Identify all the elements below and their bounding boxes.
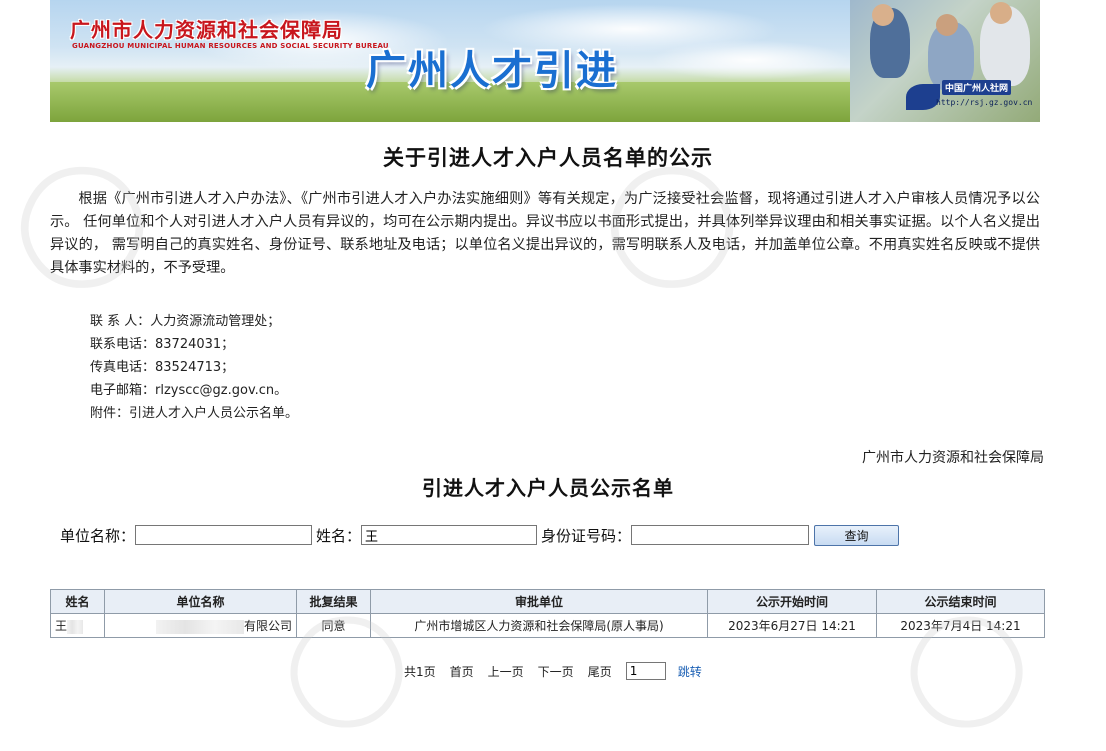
table-row: 王 有限公司 同意 广州市增城区人力资源和社会保障局(原人事局) 2023年6月… bbox=[50, 613, 1045, 638]
cell-result: 同意 bbox=[296, 613, 371, 638]
notice-title: 关于引进人才入户人员名单的公示 bbox=[383, 145, 713, 170]
page-number-input[interactable] bbox=[625, 662, 666, 680]
next-page-link[interactable]: 下一页 bbox=[538, 663, 574, 680]
cell-approver: 广州市增城区人力资源和社会保障局(原人事局) bbox=[370, 613, 708, 638]
col-result-header: 批复结果 bbox=[296, 589, 371, 614]
notice-signature: 广州市人力资源和社会保障局 bbox=[862, 450, 1044, 466]
id-number-label: 身份证号码： bbox=[541, 526, 632, 545]
page-total: 共1页 bbox=[404, 664, 436, 679]
contact-phone: 联系电话：83724031； bbox=[90, 337, 235, 352]
id-number-input[interactable] bbox=[631, 525, 810, 545]
contact-person: 联 系 人：人力资源流动管理处； bbox=[90, 314, 281, 329]
header-banner: 广州市人力资源和社会保障局 GUANGZHOU MUNICIPAL HUMAN … bbox=[50, 0, 1040, 122]
bureau-name-english: GUANGZHOU MUNICIPAL HUMAN RESOURCES AND … bbox=[72, 42, 389, 50]
person-name-input[interactable] bbox=[361, 525, 538, 545]
pagination: 共1页 首页 上一页 下一页 尾页 跳转 bbox=[404, 661, 716, 681]
redacted-mask bbox=[67, 619, 84, 634]
col-end-header: 公示结束时间 bbox=[876, 589, 1045, 614]
query-button[interactable]: 查询 bbox=[814, 524, 900, 546]
col-start-header: 公示开始时间 bbox=[707, 589, 877, 614]
results-table: 姓名 单位名称 批复结果 审批单位 公示开始时间 公示结束时间 王 有限公司 同… bbox=[50, 589, 1045, 638]
cell-end-time: 2023年7月4日 14:21 bbox=[876, 613, 1045, 638]
cell-unit-text: 有限公司 bbox=[243, 619, 292, 633]
contact-email: 电子邮箱：rlzyscc@gz.gov.cn。 bbox=[90, 383, 288, 398]
bureau-name: 广州市人力资源和社会保障局 bbox=[70, 18, 343, 42]
contact-fax: 传真电话：83524713； bbox=[90, 360, 235, 375]
col-name-header: 姓名 bbox=[50, 589, 105, 614]
col-unit-header: 单位名称 bbox=[104, 589, 297, 614]
unit-name-input[interactable] bbox=[135, 525, 313, 545]
last-page-link[interactable]: 尾页 bbox=[588, 663, 612, 680]
col-approver-header: 审批单位 bbox=[370, 589, 708, 614]
cell-start-time: 2023年6月27日 14:21 bbox=[707, 613, 877, 638]
jump-link[interactable]: 跳转 bbox=[678, 663, 702, 680]
attachment-note: 附件：引进人才入户人员公示名单。 bbox=[90, 406, 299, 421]
banner-slogan: 广州人才引进 bbox=[366, 48, 618, 94]
cell-name-text: 王 bbox=[55, 619, 68, 633]
notice-body: 根据《广州市引进人才入户办法》、《广州市引进人才入户办法实施细则》等有关规定，为… bbox=[50, 191, 1040, 276]
person-name-label: 姓名： bbox=[316, 526, 362, 545]
prev-page-link[interactable]: 上一页 bbox=[488, 663, 524, 680]
list-title: 引进人才入户人员公示名单 bbox=[422, 476, 674, 500]
logo-swoosh-icon bbox=[906, 84, 940, 110]
redacted-mask bbox=[155, 619, 244, 634]
first-page-link[interactable]: 首页 bbox=[450, 663, 474, 680]
contact-info: 联 系 人：人力资源流动管理处； 联系电话：83724031； 传真电话：835… bbox=[90, 310, 298, 425]
unit-name-label: 单位名称： bbox=[60, 526, 136, 545]
site-logo: 中国广州人社网 http://rsj.gz.gov.cn bbox=[906, 78, 1032, 114]
search-form: 单位名称： 姓名： 身份证号码： 查询 bbox=[60, 523, 900, 547]
banner-cloud bbox=[650, 40, 850, 80]
table-header-row: 姓名 单位名称 批复结果 审批单位 公示开始时间 公示结束时间 bbox=[50, 589, 1045, 614]
logo-url: http://rsj.gz.gov.cn bbox=[936, 98, 1033, 107]
cell-unit: 有限公司 bbox=[104, 613, 297, 638]
logo-name: 中国广州人社网 bbox=[942, 80, 1012, 95]
cell-name: 王 bbox=[50, 613, 105, 638]
